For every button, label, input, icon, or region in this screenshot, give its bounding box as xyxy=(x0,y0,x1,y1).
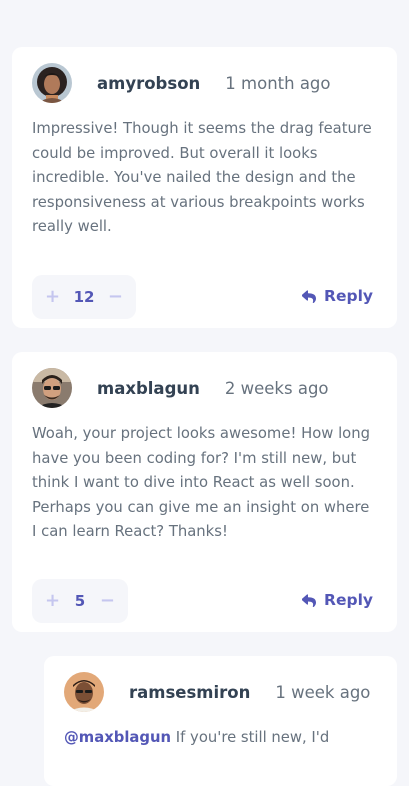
comment-header: maxblagun 2 weeks ago xyxy=(32,368,329,408)
timestamp: 1 month ago xyxy=(225,73,331,93)
downvote-button[interactable]: − xyxy=(108,288,123,306)
comment-card: amyrobson 1 month ago Impressive! Though… xyxy=(12,47,397,328)
score-value: 12 xyxy=(73,288,95,306)
downvote-button[interactable]: − xyxy=(100,592,115,610)
comment-header: amyrobson 1 month ago xyxy=(32,63,331,103)
reply-arrow-icon xyxy=(302,289,317,303)
avatar xyxy=(32,63,72,103)
comment-card: maxblagun 2 weeks ago Woah, your project… xyxy=(12,352,397,632)
score-counter: + 5 − xyxy=(32,579,128,623)
comment-text: @maxblagun If you're still new, I'd xyxy=(64,726,379,751)
comment-header: ramsesmiron 1 week ago xyxy=(64,672,370,712)
username: ramsesmiron xyxy=(129,682,251,702)
reply-button[interactable]: Reply xyxy=(302,287,373,305)
timestamp: 1 week ago xyxy=(275,682,371,702)
score-value: 5 xyxy=(74,592,86,610)
username: amyrobson xyxy=(97,73,201,93)
upvote-button[interactable]: + xyxy=(45,592,60,610)
reply-arrow-icon xyxy=(302,593,317,607)
mention-link[interactable]: @maxblagun xyxy=(64,729,171,746)
reply-label: Reply xyxy=(324,591,373,609)
timestamp: 2 weeks ago xyxy=(224,378,329,398)
upvote-button[interactable]: + xyxy=(45,288,60,306)
reply-text: If you're still new, I'd xyxy=(175,729,330,746)
avatar xyxy=(64,672,104,712)
username: maxblagun xyxy=(97,378,200,398)
reply-button[interactable]: Reply xyxy=(302,591,373,609)
score-counter: + 12 − xyxy=(32,275,136,319)
avatar xyxy=(32,368,72,408)
reply-label: Reply xyxy=(324,287,373,305)
comment-text: Impressive! Though it seems the drag fea… xyxy=(32,120,372,235)
reply-card: ramsesmiron 1 week ago @maxblagun If you… xyxy=(44,656,397,786)
comment-text: Woah, your project looks awesome! How lo… xyxy=(32,425,371,540)
